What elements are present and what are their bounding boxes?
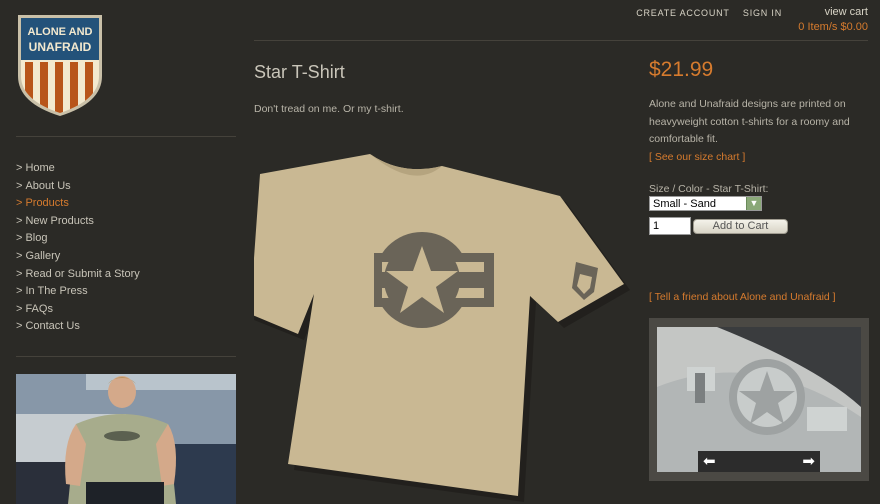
nav-item-press[interactable]: > In The Press [16, 283, 140, 301]
sign-in-link[interactable]: SIGN IN [743, 8, 782, 18]
header-divider [254, 40, 868, 41]
create-account-link[interactable]: CREATE ACCOUNT [636, 8, 729, 18]
size-color-label: Size / Color - Star T-Shirt: [649, 183, 769, 195]
left-arrow-icon[interactable]: ⬅ [703, 451, 716, 472]
quantity-input[interactable]: 1 [649, 217, 691, 235]
product-tagline: Don't tread on me. Or my t-shirt. [254, 103, 404, 115]
nav-item-contact[interactable]: > Contact Us [16, 318, 140, 336]
svg-text:UNAFRAID: UNAFRAID [29, 40, 92, 54]
product-description: Alone and Unafraid designs are printed o… [649, 98, 850, 146]
product-price: $21.99 [649, 58, 714, 81]
product-title: Star T-Shirt [254, 62, 345, 82]
cart-amount[interactable]: 0 Item/s $0.00 [798, 20, 868, 35]
nav-item-blog[interactable]: > Blog [16, 230, 140, 248]
nav-item-story[interactable]: > Read or Submit a Story [16, 266, 140, 284]
sidebar-divider [16, 136, 236, 137]
nav-item-faqs[interactable]: > FAQs [16, 301, 140, 319]
selected-option: Small - Sand [653, 198, 716, 210]
nav-item-gallery[interactable]: > Gallery [16, 248, 140, 266]
sidebar-nav: > Home > About Us > Products > New Products … [16, 160, 140, 336]
size-color-select[interactable]: Small - Sand ▼ [649, 196, 762, 211]
svg-text:ALONE AND: ALONE AND [28, 26, 93, 38]
view-cart-link[interactable]: view cart [798, 5, 868, 20]
shield-logo-icon: ALONE AND UNAFRAID [18, 15, 102, 116]
sidebar-divider [16, 356, 236, 357]
image-gallery: ⬅ ➡ [649, 318, 869, 481]
tshirt-image [250, 154, 630, 502]
chevron-down-icon[interactable]: ▼ [746, 197, 761, 210]
nav-item-new-products[interactable]: > New Products [16, 213, 140, 231]
nav-item-home[interactable]: > Home [16, 160, 140, 178]
cart-summary: view cart 0 Item/s $0.00 [798, 5, 868, 35]
video-thumbnail[interactable] [16, 374, 236, 504]
size-chart-link[interactable]: [ See our size chart ] [649, 151, 745, 163]
add-to-cart-button[interactable]: Add to Cart [693, 219, 788, 234]
right-arrow-icon[interactable]: ➡ [802, 451, 815, 472]
tell-friend-link[interactable]: [ Tell a friend about Alone and Unafraid… [649, 291, 836, 303]
brand-logo[interactable]: ALONE AND UNAFRAID [16, 14, 104, 116]
video-frame-image [16, 374, 236, 504]
product-image[interactable] [250, 150, 634, 504]
gallery-controls: ⬅ ➡ [698, 451, 820, 472]
nav-item-about-us[interactable]: > About Us [16, 178, 140, 196]
nav-item-products[interactable]: > Products [16, 195, 140, 213]
